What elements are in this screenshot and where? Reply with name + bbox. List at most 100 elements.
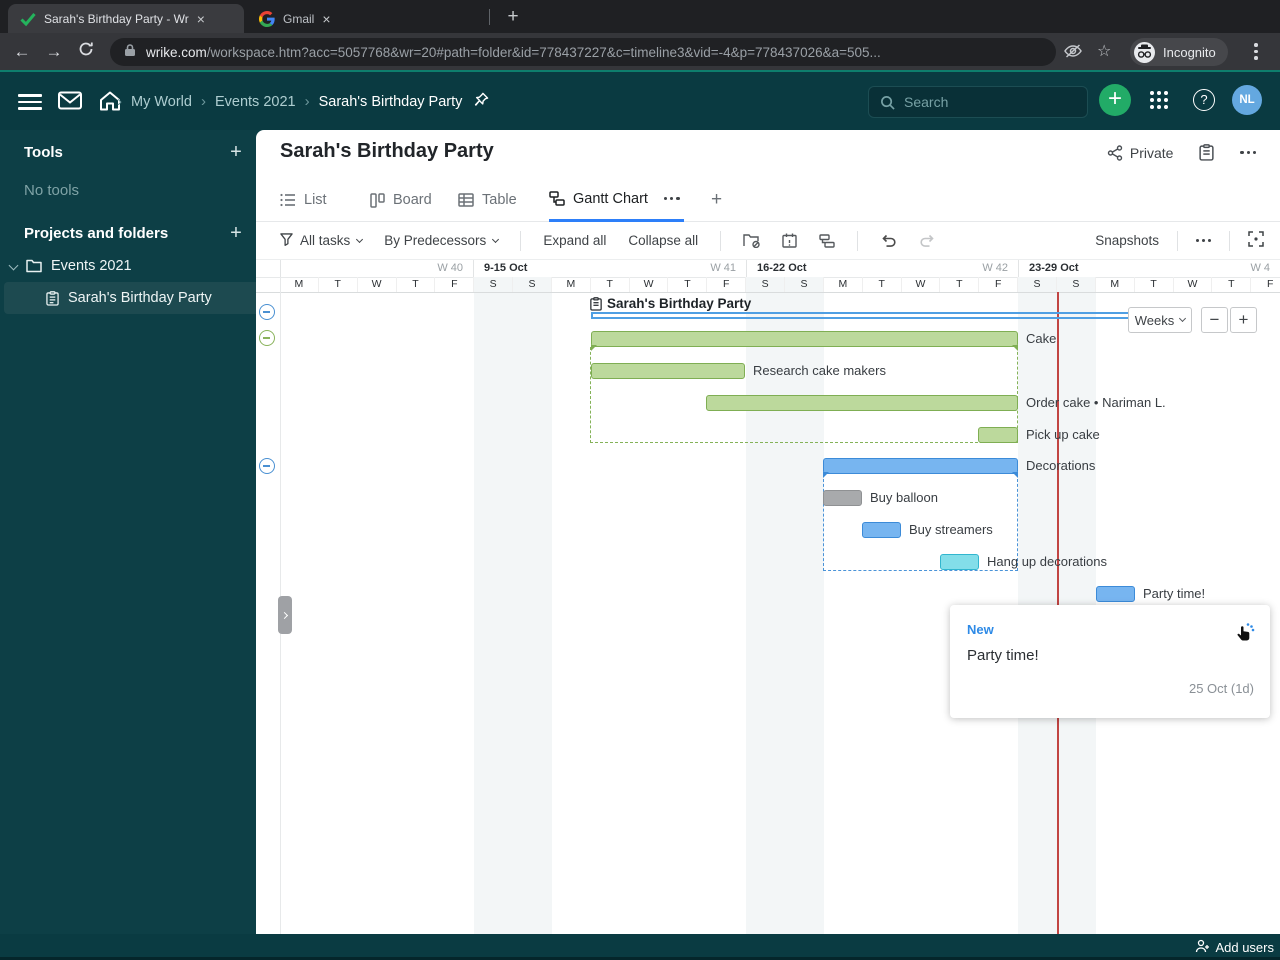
breadcrumb-events-2021[interactable]: Events 2021 [215, 94, 296, 110]
timeline-day-cell: M [1096, 277, 1135, 292]
incognito-icon [1134, 41, 1155, 63]
zoom-out-button[interactable]: − [1201, 307, 1228, 333]
timeline-day-cell: W [358, 277, 397, 292]
timeline-week-number: W 40 [437, 262, 463, 274]
filter-icon [280, 232, 293, 249]
tab-gantt-chart[interactable]: Gantt Chart [549, 178, 684, 222]
lock-icon[interactable] [124, 43, 136, 62]
tab-options-icon[interactable] [663, 196, 680, 201]
bookmark-star-icon[interactable]: ☆ [1097, 41, 1111, 61]
collapse-group-button[interactable] [259, 330, 275, 346]
summary-bar-tip [823, 472, 829, 478]
sidebar-item-sarahs-birthday-party[interactable]: Sarah's Birthday Party [4, 282, 256, 314]
timeline-day-cell: S [1018, 277, 1057, 292]
clipboard-icon[interactable] [1199, 144, 1215, 161]
project-clipboard-icon [46, 290, 59, 306]
add-new-button[interactable]: + [1099, 84, 1131, 116]
apps-grid-icon[interactable] [1149, 90, 1169, 115]
timeline-date-label: 16-22 Oct [757, 262, 807, 274]
gantt-bar[interactable] [862, 522, 901, 538]
tab-divider [489, 9, 490, 25]
add-project-button[interactable]: + [226, 223, 246, 244]
panel-expand-handle[interactable] [278, 596, 292, 634]
sidebar-tools-title: Tools [24, 144, 63, 161]
content-area: Tools + No tools Projects and folders + … [0, 130, 1280, 934]
timeline-week-segment: 16-22 Oct W 42 [746, 260, 1018, 277]
gantt-bar[interactable] [978, 427, 1018, 443]
breadcrumb-current: Sarah's Birthday Party [318, 93, 463, 110]
gantt-bar[interactable] [823, 490, 862, 506]
chevron-down-icon [492, 235, 500, 243]
tab-label: Gantt Chart [573, 190, 648, 207]
browser-tab-wrike[interactable]: Sarah's Birthday Party - Wr × [8, 4, 244, 33]
hamburger-menu-icon[interactable] [18, 94, 42, 114]
snapshots-button[interactable]: Snapshots [1095, 233, 1159, 248]
sidebar-item-events-2021[interactable]: Events 2021 [0, 252, 256, 280]
gantt-bar[interactable] [823, 458, 1018, 478]
gantt-bar[interactable] [940, 554, 979, 570]
toolbar-more-icon[interactable] [1196, 239, 1211, 242]
tab-label: Table [482, 192, 517, 208]
gantt-bar[interactable] [591, 363, 745, 379]
task-tooltip: New Party time! 25 Oct (1d) [950, 605, 1270, 718]
search-input[interactable] [904, 94, 1064, 110]
tab-close-icon[interactable]: × [197, 11, 205, 27]
breadcrumb-my-world[interactable]: My World [131, 94, 192, 110]
forward-icon[interactable]: → [38, 42, 70, 62]
chevron-down-icon [1179, 314, 1187, 323]
collapse-all-button[interactable]: Collapse all [628, 233, 698, 248]
more-menu-icon[interactable] [1240, 150, 1256, 155]
calendar-tool-icon[interactable] [782, 233, 797, 248]
browser-address-bar: ← → wrike.com/workspace.htm?acc=5057768&… [0, 33, 1280, 70]
url-bar[interactable]: wrike.com/workspace.htm?acc=5057768&wr=2… [110, 38, 1056, 66]
timeline-week-number: W 4 [1250, 262, 1270, 274]
tab-board[interactable]: Board [370, 178, 432, 222]
redo-button[interactable] [919, 234, 936, 248]
predecessors-dropdown[interactable]: By Predecessors [384, 233, 500, 248]
add-users-label[interactable]: Add users [1215, 940, 1274, 955]
sidebar-projects-title: Projects and folders [24, 225, 169, 242]
subtask-tool-icon[interactable] [819, 233, 835, 248]
collapse-group-button[interactable] [259, 458, 275, 474]
add-view-button[interactable]: + [711, 178, 722, 222]
reload-icon[interactable] [70, 41, 102, 62]
pin-icon[interactable] [474, 92, 489, 111]
gantt-bar-label: Decorations [1026, 458, 1096, 473]
add-tool-button[interactable]: + [226, 142, 246, 163]
expand-all-button[interactable]: Expand all [543, 233, 606, 248]
privacy-label[interactable]: Private [1130, 145, 1174, 161]
avatar[interactable]: NL [1232, 85, 1262, 115]
search-bar[interactable] [868, 86, 1088, 118]
gantt-bar[interactable] [591, 331, 1018, 351]
add-users-icon [1193, 939, 1210, 956]
gantt-bar[interactable] [706, 395, 1018, 411]
share-icon[interactable] [1107, 144, 1123, 161]
project-summary-line[interactable] [591, 312, 1129, 319]
back-icon[interactable]: ← [6, 42, 38, 62]
chevron-down-icon[interactable] [8, 257, 19, 273]
gantt-bar[interactable] [1096, 586, 1135, 602]
timescale-select[interactable]: Weeks [1128, 307, 1192, 333]
new-tab-button[interactable]: + [500, 4, 526, 30]
incognito-label: Incognito [1163, 44, 1216, 60]
tab-table[interactable]: Table [458, 178, 517, 222]
collapse-group-button[interactable] [259, 304, 275, 320]
browser-menu-icon[interactable] [1254, 43, 1258, 63]
tab-list[interactable]: List [280, 178, 327, 222]
breadcrumb-separator: › [117, 93, 122, 110]
collapse-all-label: Collapse all [628, 233, 699, 248]
fullscreen-icon[interactable] [1248, 231, 1264, 250]
no-tools-label: No tools [24, 182, 80, 199]
tab-close-icon[interactable]: × [322, 11, 330, 27]
inbox-icon[interactable] [58, 91, 82, 115]
gantt-bar-label: Party time! [1143, 586, 1206, 601]
filter-dropdown[interactable]: All tasks [280, 232, 364, 249]
add-project-tool-icon[interactable] [743, 233, 760, 248]
zoom-in-button[interactable]: + [1230, 307, 1257, 333]
help-icon[interactable]: ? [1193, 89, 1215, 111]
incognito-badge: Incognito [1130, 38, 1228, 66]
undo-button[interactable] [880, 234, 897, 248]
browser-tab-gmail[interactable]: Gmail × [247, 4, 483, 33]
timeline-day-cell: F [435, 277, 475, 292]
eye-off-icon[interactable] [1064, 43, 1082, 64]
